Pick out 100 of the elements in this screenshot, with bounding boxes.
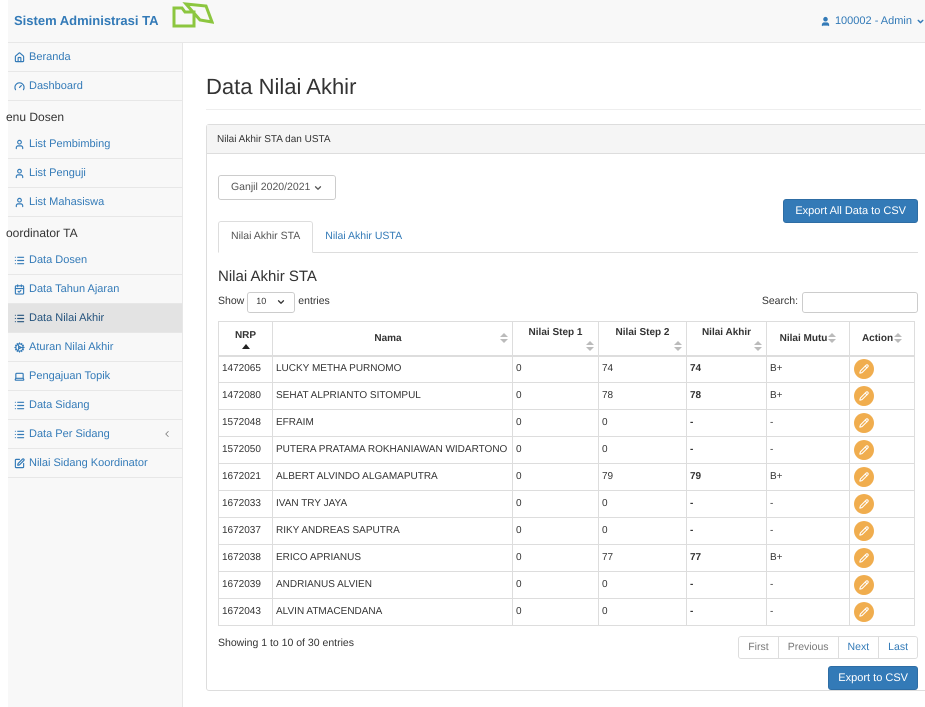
- page-size-select[interactable]: 10: [247, 292, 296, 312]
- table-cell: 0: [512, 544, 598, 572]
- laptop-icon: [14, 370, 25, 382]
- table-cell: 1672037: [218, 518, 272, 544]
- table-cell: -: [686, 572, 766, 598]
- table-cell: -: [686, 490, 766, 518]
- table-cell: 0: [512, 410, 598, 436]
- panel-heading: Nilai Akhir STA dan USTA: [207, 125, 925, 154]
- list-icon: [14, 428, 25, 440]
- entries-label: entries: [298, 294, 330, 310]
- table-cell: EFRAIM: [272, 410, 512, 436]
- table-cell: -: [766, 410, 850, 436]
- pencil-icon: [859, 364, 869, 374]
- pagination-button[interactable]: Next: [838, 636, 880, 659]
- edit-button[interactable]: [854, 494, 874, 514]
- table-cell: IVAN TRY JAYA: [272, 490, 512, 518]
- column-header[interactable]: Nilai Akhir: [686, 322, 766, 356]
- column-header[interactable]: Action: [850, 322, 914, 356]
- edit-button[interactable]: [854, 575, 874, 595]
- calendar-icon: [14, 284, 25, 294]
- edit-icon: [14, 458, 25, 468]
- page-title: Data Nilai Akhir: [206, 73, 358, 101]
- table-cell: 0: [598, 518, 686, 544]
- table-cell: 79: [686, 464, 766, 490]
- pencil-icon: [859, 445, 869, 455]
- table-cell: -: [766, 572, 850, 598]
- table-cell: -: [766, 490, 850, 518]
- pencil-icon: [859, 499, 869, 509]
- show-label: Show: [218, 294, 244, 310]
- table-cell: B+: [766, 464, 850, 490]
- edit-button[interactable]: [854, 359, 874, 380]
- table-cell: 1672033: [218, 490, 272, 518]
- table-cell: 0: [598, 410, 686, 436]
- table-cell: B+: [766, 544, 850, 572]
- menu-heading: enu Dosen: [6, 109, 64, 126]
- table-cell: 0: [512, 518, 598, 544]
- brand-title[interactable]: Sistem Administrasi TA: [14, 11, 158, 31]
- logo-icon: [172, 2, 214, 28]
- pencil-icon: [859, 418, 869, 428]
- gauge-icon: [14, 80, 25, 92]
- search-label: Search:: [762, 294, 798, 310]
- table-cell: 0: [512, 572, 598, 598]
- edit-button[interactable]: [854, 386, 874, 406]
- table-cell: -: [686, 410, 766, 436]
- table-cell: 1672043: [218, 598, 272, 626]
- table-cell: -: [766, 598, 850, 626]
- table-cell: 79: [598, 464, 686, 490]
- edit-button[interactable]: [854, 521, 874, 541]
- table-cell: 0: [598, 490, 686, 518]
- table-cell: ALVIN ATMACENDANA: [272, 598, 512, 626]
- user-icon: [820, 16, 831, 26]
- edit-button[interactable]: [854, 602, 874, 622]
- table-cell: 74: [598, 356, 686, 382]
- sidebar-item[interactable]: Data Nilai Akhir: [8, 304, 182, 333]
- column-header[interactable]: Nilai Step 2: [598, 322, 686, 356]
- table-cell: B+: [766, 382, 850, 410]
- tab[interactable]: Nilai Akhir USTA: [313, 221, 414, 252]
- user-menu[interactable]: 100002 - Admin: [820, 12, 925, 30]
- search-field[interactable]: [802, 292, 918, 312]
- pencil-icon: [859, 580, 869, 590]
- table-cell: ALBERT ALVINDO ALGAMAPUTRA: [272, 464, 512, 490]
- table-cell: ANDRIANUS ALVIEN: [272, 572, 512, 598]
- column-header[interactable]: NRP: [218, 322, 272, 356]
- list-icon: [14, 254, 25, 266]
- export-button[interactable]: Export to CSV: [828, 666, 918, 690]
- edit-button[interactable]: [854, 467, 874, 487]
- user-icon: [14, 168, 25, 178]
- export-all-button[interactable]: Export All Data to CSV: [783, 199, 918, 223]
- column-header[interactable]: Nilai Step 1: [512, 322, 598, 356]
- table-cell: 1572048: [218, 410, 272, 436]
- chevron-icon: [276, 297, 286, 307]
- table-cell: 0: [512, 598, 598, 626]
- table-cell: 1672038: [218, 544, 272, 572]
- user-icon: [14, 196, 25, 208]
- table-cell: -: [686, 436, 766, 464]
- pencil-icon: [859, 607, 869, 617]
- gear-icon: [14, 342, 25, 352]
- column-header[interactable]: Nilai Mutu: [766, 322, 850, 356]
- pagination-button[interactable]: Last: [878, 636, 918, 659]
- home-icon: [14, 52, 25, 62]
- table-cell: 77: [686, 544, 766, 572]
- column-header[interactable]: Nama: [272, 322, 512, 356]
- edit-button[interactable]: [854, 548, 874, 568]
- edit-button[interactable]: [854, 440, 874, 460]
- list-icon: [14, 312, 25, 324]
- semester-select[interactable]: Ganjil 2020/2021: [218, 175, 336, 200]
- table-cell: 1472065: [218, 356, 272, 382]
- table-cell: -: [766, 518, 850, 544]
- table-cell: B+: [766, 356, 850, 382]
- pencil-icon: [859, 553, 869, 563]
- pencil-icon: [859, 391, 869, 401]
- table-cell: 0: [512, 436, 598, 464]
- table-cell: 0: [512, 382, 598, 410]
- table-cell: 77: [598, 544, 686, 572]
- section-title: Nilai Akhir STA: [218, 267, 318, 287]
- table-info: Showing 1 to 10 of 30 entries: [218, 636, 354, 651]
- table-cell: 1672021: [218, 464, 272, 490]
- caret-icon: [916, 16, 925, 26]
- edit-button[interactable]: [854, 413, 874, 433]
- tab[interactable]: Nilai Akhir STA: [218, 221, 314, 253]
